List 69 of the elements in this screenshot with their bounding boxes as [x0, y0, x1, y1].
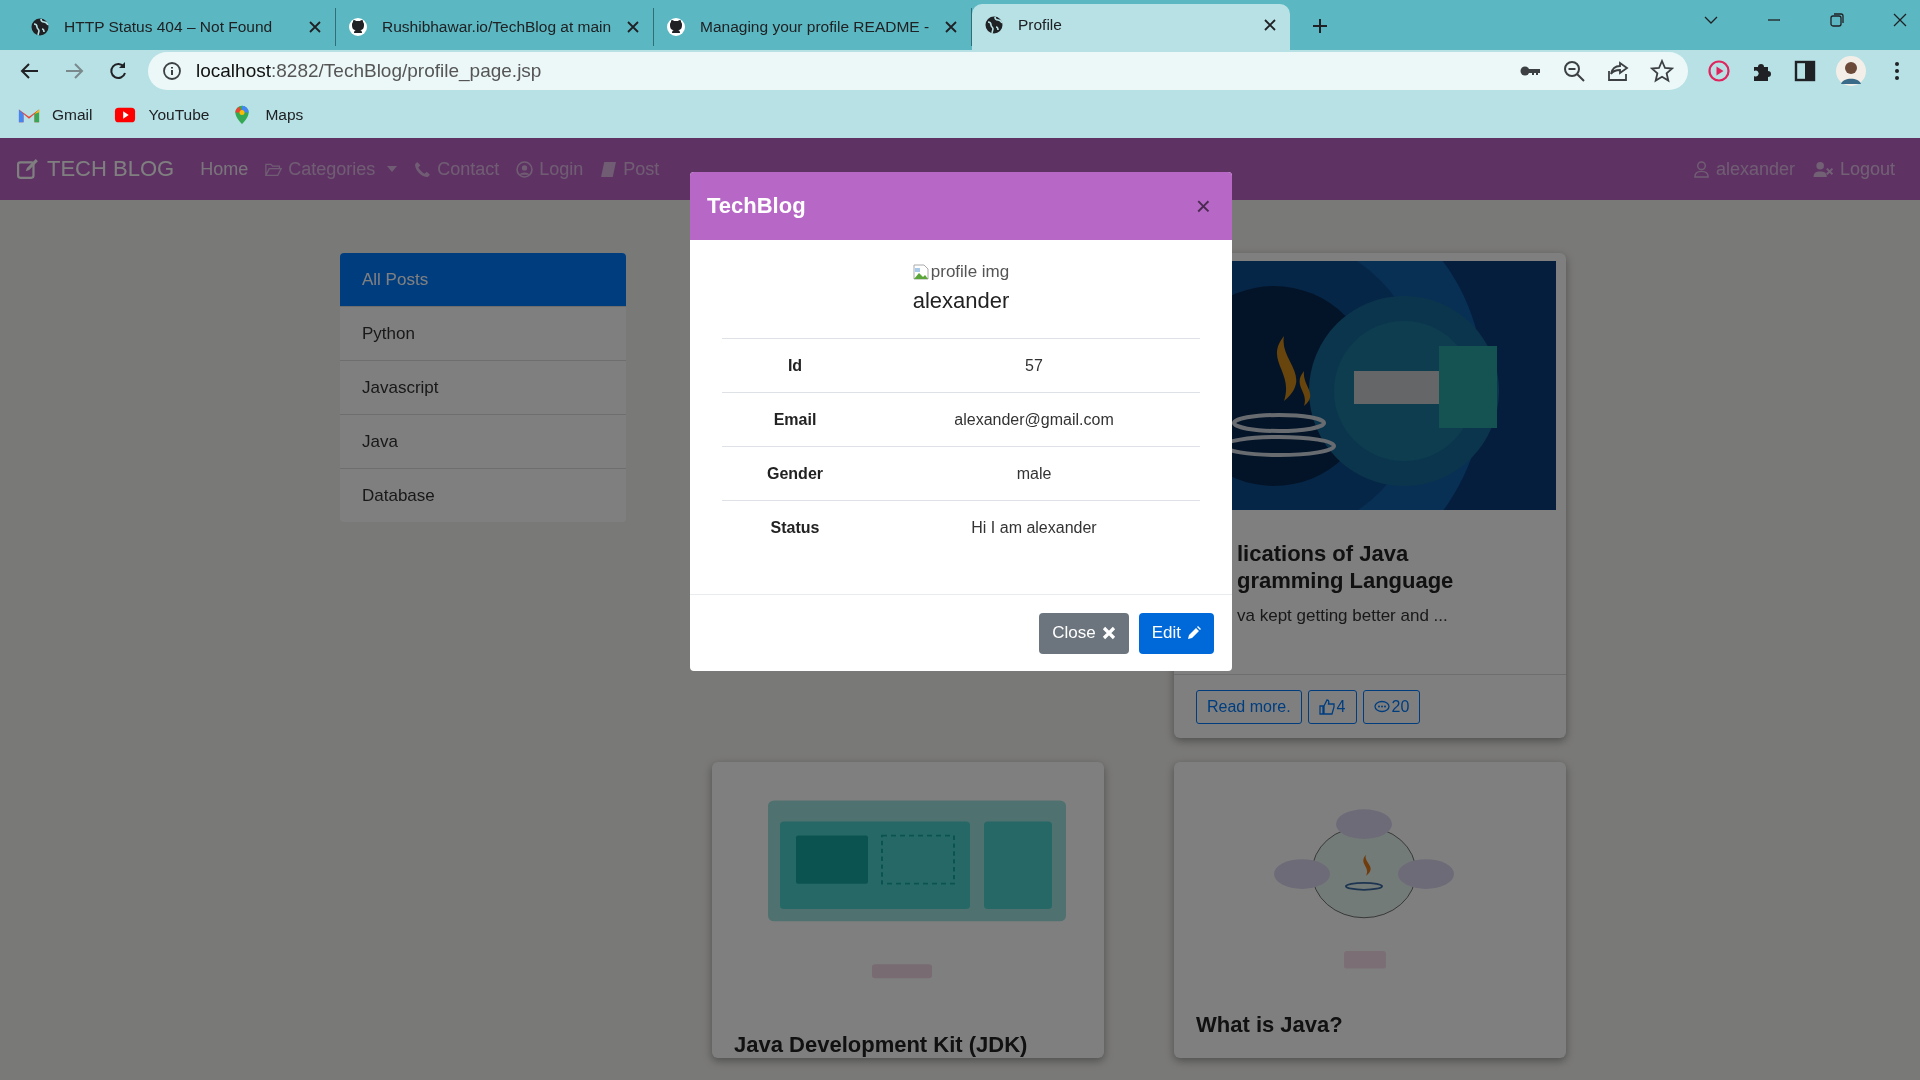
side-panel-icon[interactable]	[1793, 59, 1817, 83]
category-item[interactable]: Python	[340, 306, 626, 360]
category-item[interactable]: Database	[340, 468, 626, 522]
category-item[interactable]: Java	[340, 414, 626, 468]
restore-icon[interactable]	[1829, 12, 1845, 28]
post-title: lications of Java	[1237, 540, 1410, 567]
bookmark[interactable]: Maps	[231, 105, 304, 125]
post-excerpt: va kept getting better and ...	[1237, 606, 1449, 626]
profile-name: alexander	[911, 288, 1011, 314]
image-alt-text: profile img	[930, 262, 1010, 282]
url-text: localhost:8282/TechBlog/profile_page.jsp	[196, 60, 542, 82]
field-label: Gender	[766, 464, 824, 483]
field-label: Id	[786, 356, 804, 375]
close-icon[interactable]	[945, 21, 957, 33]
field-label: Status	[769, 518, 821, 537]
edit-button[interactable]: Edit	[1138, 612, 1214, 654]
close-icon[interactable]	[1264, 19, 1276, 31]
globe-icon	[30, 17, 50, 37]
close-button[interactable]: ×	[1191, 190, 1215, 222]
tab-title: HTTP Status 404 – Not Found	[64, 18, 274, 36]
dialog-title: TechBlog	[707, 193, 806, 219]
field-label: Email	[772, 410, 818, 429]
tab-title: Rushibhawar.io/TechBlog at main	[382, 18, 613, 36]
tab-title: Profile	[1018, 16, 1063, 34]
tab-title: Managing your profile README -	[700, 18, 931, 36]
post-title: What is Java?	[1196, 1011, 1343, 1038]
bookmark[interactable]: YouTube	[114, 105, 210, 125]
post-title: Java Development Kit (JDK)	[734, 1031, 1028, 1058]
back-icon[interactable]	[20, 61, 40, 81]
read-more-button[interactable]: Read more.	[1196, 689, 1302, 724]
reload-icon[interactable]	[108, 61, 128, 81]
close-icon[interactable]	[1892, 12, 1908, 28]
bookmark[interactable]: Gmail	[18, 105, 93, 125]
close-icon[interactable]	[309, 21, 321, 33]
browser-tab[interactable]: Rushibhawar.io/TechBlog at main	[336, 8, 654, 46]
close-button[interactable]: Close	[1039, 612, 1129, 654]
category-item[interactable]: Javascript	[340, 360, 626, 414]
cat-icon	[348, 17, 368, 37]
avatar[interactable]	[1836, 56, 1866, 86]
browser-tab[interactable]: HTTP Status 404 – Not Found	[18, 8, 336, 46]
play-icon[interactable]	[1707, 59, 1731, 83]
star-icon[interactable]	[1650, 59, 1674, 83]
browser-tab[interactable]: Profile	[972, 4, 1290, 50]
like-button[interactable]: 4	[1307, 689, 1357, 724]
share-icon[interactable]	[1606, 59, 1630, 83]
pencil-icon	[1187, 626, 1201, 640]
browser-tab[interactable]: Managing your profile README -	[654, 8, 972, 46]
brand-link[interactable]: TECH BLOG	[17, 156, 175, 182]
info-icon[interactable]	[162, 61, 182, 81]
post-title: gramming Language	[1237, 567, 1455, 594]
thumbs-up-icon	[1318, 698, 1335, 715]
field-value: 57	[1024, 356, 1044, 375]
new-tab-icon[interactable]	[1312, 18, 1328, 34]
field-value: Hi I am alexander	[970, 518, 1098, 537]
comments-button[interactable]: 20	[1362, 689, 1421, 724]
field-value: male	[1015, 464, 1053, 483]
close-icon[interactable]	[627, 21, 639, 33]
category-item[interactable]: All Posts	[340, 253, 626, 306]
field-value: alexander@gmail.com	[953, 410, 1115, 429]
zoom-out-icon[interactable]	[1562, 59, 1586, 83]
edit-icon	[17, 158, 39, 180]
address-bar[interactable]: localhost:8282/TechBlog/profile_page.jsp	[148, 52, 1688, 90]
globe-icon	[984, 15, 1004, 35]
forward-icon[interactable]	[64, 61, 84, 81]
speech-bubble-icon	[1373, 698, 1390, 715]
close-icon	[1101, 626, 1116, 640]
broken-image-icon	[912, 264, 929, 280]
play-icon	[114, 105, 137, 125]
cat-icon	[666, 17, 686, 37]
